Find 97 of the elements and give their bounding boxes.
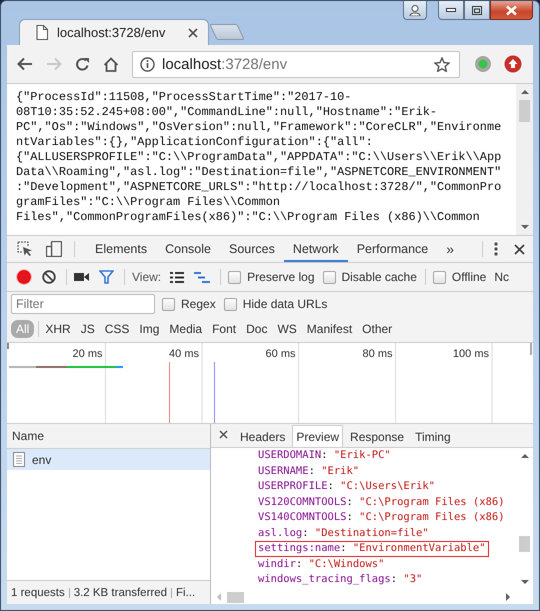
restore-button[interactable]	[464, 1, 490, 20]
checkbox[interactable]	[224, 298, 237, 310]
preview-entry: USERNAME: "Erik"	[257, 464, 360, 478]
json-text-line: 08T10:35:52.245+08:00","CommandLine":null,"Hostname":"Erik-	[16, 105, 438, 120]
reload-icon[interactable]	[75, 56, 90, 72]
checkbox[interactable]	[228, 270, 242, 284]
device-icon[interactable]	[46, 241, 62, 257]
status-text: 3.2 KB transferred	[74, 586, 168, 598]
panel-tab[interactable]: Elements	[86, 236, 156, 262]
star-icon[interactable]	[434, 56, 450, 72]
restore-icon	[472, 6, 482, 14]
checkbox-label[interactable]: Offline	[452, 270, 486, 284]
json-text-line: :"Development","ASPNETCORE_URLS":"http://localhost:3728/","CommonPro	[16, 180, 502, 195]
preview-entry: asl.log: "Destination=file"	[257, 526, 430, 540]
type-filter[interactable]: WS	[272, 320, 302, 338]
checkbox[interactable]	[432, 270, 446, 284]
checkbox[interactable]	[162, 298, 175, 310]
more-tabs-button[interactable]: »	[437, 236, 464, 262]
close-icon	[505, 4, 518, 16]
inspect-icon[interactable]	[17, 241, 34, 257]
view-label: View:	[132, 270, 162, 284]
clear-icon[interactable]	[42, 270, 56, 284]
marker-line	[214, 362, 215, 423]
forward-icon	[46, 57, 62, 71]
type-filter[interactable]: Media	[164, 320, 208, 338]
preview-entry: settings:name: "EnvironmentVariable"	[255, 541, 489, 556]
type-filter[interactable]: JS	[76, 320, 100, 338]
minimize-button[interactable]	[438, 1, 464, 20]
type-filter[interactable]: CSS	[100, 320, 134, 338]
close-icon[interactable]	[219, 430, 228, 439]
tick-label: 20 ms	[72, 348, 102, 360]
checkbox-label[interactable]: Hide data URLs	[242, 297, 328, 311]
status-text: 1 requests	[11, 586, 65, 598]
close-icon[interactable]	[188, 28, 198, 38]
checkbox-label[interactable]: Disable cache	[342, 270, 417, 284]
home-icon[interactable]	[103, 56, 119, 72]
json-text-line: gramFiles":"C:\\Program Files\\Common	[16, 195, 282, 210]
json-text-line: Files","CommonProgramFiles(x86)":"C:\\Program Files (x86)\\Common	[16, 210, 481, 225]
document-icon	[13, 452, 25, 467]
tick-label: 100 ms	[452, 348, 489, 360]
preview-entry: windir: "C:\Windows"	[257, 556, 386, 572]
checkbox-label[interactable]: Preserve log	[247, 270, 315, 284]
checkbox[interactable]	[322, 270, 336, 284]
minimize-icon	[446, 8, 456, 12]
close-icon[interactable]	[514, 244, 525, 254]
type-filter[interactable]: Img	[134, 320, 164, 338]
detail-tab[interactable]: Headers	[236, 425, 290, 447]
json-text-line: Data\\Roaming","asl.log":"Destination=file","ASPNETCORE_ENVIRONMENT"	[16, 165, 502, 180]
close-button[interactable]	[490, 1, 533, 20]
panel-tab[interactable]: Sources	[220, 236, 284, 262]
video-camera-icon[interactable]	[74, 272, 89, 282]
column-header[interactable]: Name	[7, 424, 210, 449]
tick-label: 60 ms	[266, 348, 296, 360]
checkbox-label[interactable]: Nc	[494, 270, 510, 284]
preview-entry: windows_tracing_flags: "3"	[257, 572, 424, 587]
type-filter[interactable]: Manifest	[302, 320, 358, 338]
panel-tab[interactable]: Network	[284, 236, 348, 262]
preview-entry: USERPROFILE: "C:\Users\Erik"	[257, 479, 436, 494]
record-icon[interactable]	[16, 269, 32, 285]
json-text-line: ntVariables":{},"ApplicationConfiguration":{"all":	[16, 135, 374, 150]
detail-tab[interactable]: Preview	[292, 425, 344, 447]
waterfall-icon[interactable]	[194, 272, 210, 282]
browser-tab[interactable]: localhost:3728/env	[19, 19, 209, 45]
info-icon	[140, 56, 155, 72]
type-filter[interactable]: Font	[207, 320, 242, 338]
status-text: Fi...	[176, 586, 196, 598]
json-text-line: PC","Os":"Windows","OsVersion":null,"Framework":"CoreCLR","Environme	[16, 120, 502, 135]
status-dot-icon[interactable]	[474, 55, 492, 73]
filter-icon[interactable]	[99, 270, 114, 284]
profile-button[interactable]	[403, 1, 427, 20]
url-text: localhost:3728/env	[162, 56, 288, 72]
detail-tab[interactable]: Response	[346, 425, 408, 447]
request-row[interactable]: env	[7, 449, 210, 470]
back-icon[interactable]	[17, 57, 33, 71]
json-text-line: {"ProcessId":11508,"ProcessStartTime":"2017-10-	[16, 90, 352, 105]
marker-line	[169, 362, 170, 423]
more-icon[interactable]	[494, 242, 498, 256]
page-icon	[36, 25, 48, 40]
type-filter[interactable]: Other	[357, 320, 398, 338]
upload-icon[interactable]	[504, 55, 522, 73]
type-filter[interactable]: XHR	[40, 320, 76, 338]
checkbox-label[interactable]: Regex	[181, 297, 216, 311]
preview-entry: USERDOMAIN: "Erik-PC"	[257, 448, 392, 463]
tick-label: 40 ms	[169, 348, 199, 360]
person-icon	[409, 4, 421, 16]
tick-label: 80 ms	[362, 348, 392, 360]
panel-tab[interactable]: Console	[156, 236, 220, 262]
detail-tab[interactable]: Timing	[411, 425, 455, 447]
address-bar[interactable]: localhost:3728/env	[132, 50, 460, 78]
list-icon[interactable]	[170, 272, 184, 282]
scrollbar[interactable]	[516, 84, 533, 235]
type-filter[interactable]: Doc	[241, 320, 272, 338]
panel-tab[interactable]: Performance	[348, 236, 438, 262]
json-text-line: {"ALLUSERSPROFILE":"C:\\ProgramData","APPDATA":"C:\\Users\\Erik\\App	[16, 150, 502, 165]
filter-field[interactable]: Filter	[11, 294, 155, 314]
preview-entry: VS120COMNTOOLS: "C:\Program Files (x86)	[257, 494, 506, 510]
preview-entry: VS140COMNTOOLS: "C:\Program Files (x86)	[257, 510, 506, 525]
